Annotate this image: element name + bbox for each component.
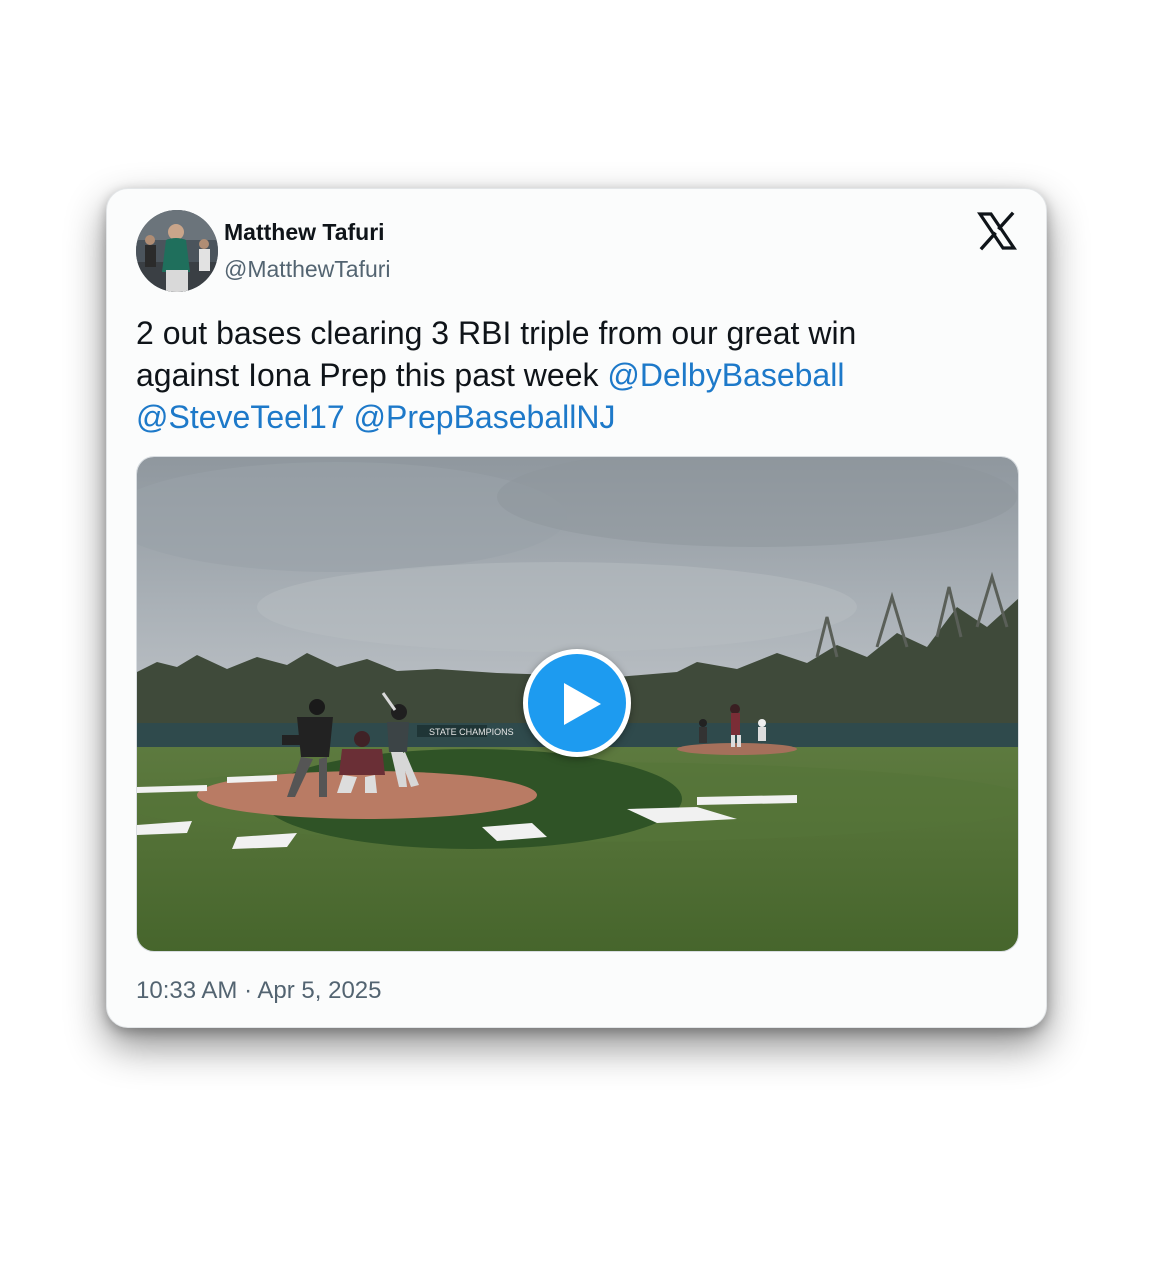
video-player[interactable]: STATE CHAMPIONS [136,456,1019,952]
wall-banner: STATE CHAMPIONS [429,727,514,737]
author-name[interactable]: Matthew Tafuri [224,219,385,246]
tweet-text-line2: against Iona Prep this past week [136,357,608,393]
fielder [758,719,766,741]
tweet-timestamp[interactable]: 10:33 AM · Apr 5, 2025 [136,977,382,1005]
mention-link[interactable]: @DelbyBaseball [607,357,844,393]
play-button[interactable] [523,649,631,757]
tweet-text: 2 out bases clearing 3 RBI triple from o… [136,312,996,438]
avatar[interactable] [136,210,218,292]
fielder [699,719,707,743]
tweet-card[interactable]: Matthew Tafuri @MatthewTafuri 2 out base… [106,188,1047,1028]
mention-link[interactable]: @SteveTeel17 [136,399,345,435]
author-handle[interactable]: @MatthewTafuri [224,256,391,283]
x-logo-icon[interactable] [976,211,1018,251]
tweet-text-line1: 2 out bases clearing 3 RBI triple from o… [136,315,857,351]
mention-link[interactable]: @PrepBaseballNJ [354,399,616,435]
play-icon [564,683,601,725]
